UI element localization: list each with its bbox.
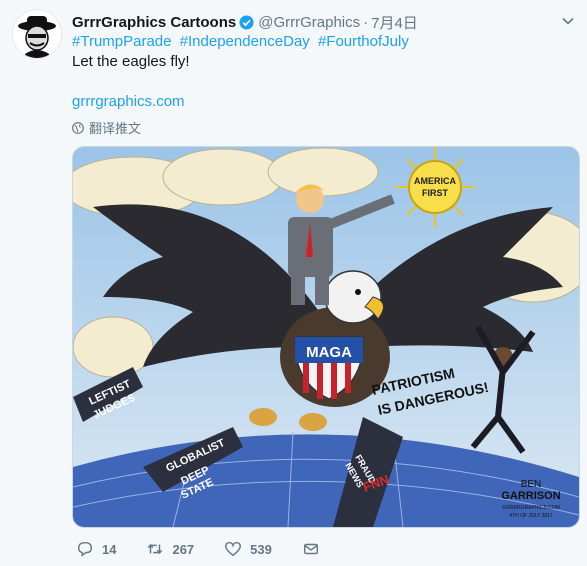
tweet-header: GrrrGraphics Cartoons @GrrrGraphics · 7月…: [72, 12, 547, 32]
retweet-count: 267: [172, 541, 195, 557]
sun-graphic: AMERICA FIRST: [395, 147, 475, 227]
hashtag-link[interactable]: #IndependenceDay: [180, 33, 310, 50]
reply-count: 14: [102, 541, 117, 557]
hashtag-link[interactable]: #FourthofJuly: [318, 33, 409, 50]
like-button[interactable]: 539: [224, 540, 272, 558]
hashtag-line: #TrumpParade #IndependenceDay #FourthofJ…: [72, 32, 413, 52]
reply-button[interactable]: 14: [76, 540, 116, 558]
tweet-link[interactable]: grrrgraphics.com: [72, 92, 185, 112]
signature-text: GARRISON: [501, 490, 560, 502]
verified-badge-icon: [239, 14, 254, 30]
signature-text: 4TH OF JULY 2017: [509, 513, 553, 519]
tweet-image[interactable]: AMERICA FIRST MAGA LEFTIST JUDGES GLOBAL…: [72, 146, 580, 528]
reply-icon: [77, 541, 93, 557]
globe-icon: [72, 121, 84, 134]
retweet-button[interactable]: 267: [146, 540, 194, 558]
chevron-down-icon[interactable]: [561, 14, 575, 28]
message-button[interactable]: [302, 540, 328, 558]
translate-label: 翻译推文: [89, 121, 142, 136]
tweet: GrrrGraphics Cartoons @GrrrGraphics · 7月…: [0, 0, 587, 566]
signature-text: BEN: [521, 479, 542, 490]
hashtag-link[interactable]: #TrumpParade: [72, 33, 172, 50]
heart-icon: [225, 541, 242, 557]
avatar[interactable]: [12, 9, 62, 59]
sun-text: FIRST: [422, 188, 449, 198]
tweet-date[interactable]: 7月4日: [371, 12, 418, 33]
sun-text: AMERICA: [414, 176, 456, 186]
retweet-icon: [148, 543, 163, 555]
separator-dot: ·: [363, 13, 369, 31]
envelope-icon: [303, 543, 318, 555]
signature-text: ©GRRRGRAPHICS.COM: [502, 504, 560, 511]
shield-text: MAGA: [306, 344, 352, 361]
user-handle[interactable]: @GrrrGraphics: [258, 14, 360, 31]
like-count: 539: [250, 541, 272, 557]
tweet-actions: 14 267 539: [76, 540, 358, 558]
translate-tweet-button[interactable]: 翻译推文: [72, 118, 141, 137]
display-name[interactable]: GrrrGraphics Cartoons: [72, 14, 236, 31]
tweet-text: Let the eagles fly!: [72, 53, 190, 70]
